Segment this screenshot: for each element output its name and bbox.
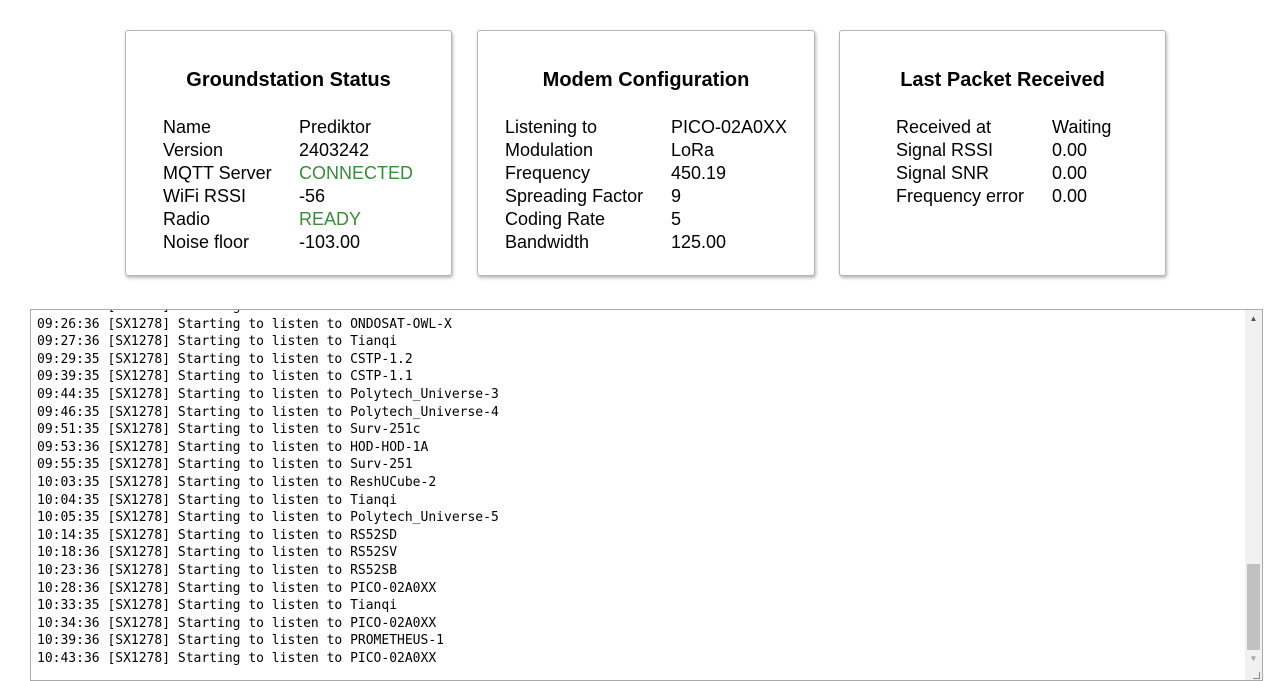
log-line: 10:33:35 [SX1278] Starting to listen to … bbox=[37, 598, 398, 614]
status-value-version: 2403242 bbox=[299, 140, 370, 160]
modem-value-bandwidth: 125.00 bbox=[671, 232, 727, 252]
log-line: 09:53:36 [SX1278] Starting to listen to … bbox=[37, 439, 429, 455]
status-row-name: Name Prediktor bbox=[163, 116, 413, 139]
status-row-noise-floor: Noise floor -103.00 bbox=[163, 231, 413, 254]
modem-row-spreading-factor: Spreading Factor 9 bbox=[505, 185, 787, 208]
log-line: 10:18:36 [SX1278] Starting to listen to … bbox=[37, 545, 398, 561]
status-value-wifi-rssi: -56 bbox=[299, 186, 326, 206]
log-line: 09:39:35 [SX1278] Starting to listen to … bbox=[37, 369, 413, 385]
log-line: 10:43:36 [SX1278] Starting to listen to … bbox=[37, 650, 437, 666]
log-scrollbar[interactable]: ▲ ▼ bbox=[1245, 310, 1262, 680]
status-row-radio: Radio READY bbox=[163, 208, 413, 231]
modem-label-coding-rate: Coding Rate bbox=[505, 209, 606, 229]
status-row-mqtt: MQTT Server CONNECTED bbox=[163, 162, 413, 185]
log-line: 10:05:35 [SX1278] Starting to listen to … bbox=[37, 510, 499, 526]
packet-row-signal-snr: Signal SNR 0.00 bbox=[896, 162, 1111, 185]
log-line: 10:23:36 [SX1278] Starting to listen to … bbox=[37, 562, 398, 578]
log-line: 10:14:35 [SX1278] Starting to listen to … bbox=[37, 527, 398, 543]
status-value-noise-floor: -103.00 bbox=[299, 232, 361, 252]
modem-configuration-table: Listening to PICO-02A0XX Modulation LoRa… bbox=[505, 116, 787, 254]
modem-value-spreading-factor: 9 bbox=[671, 186, 682, 206]
resize-grip-icon[interactable] bbox=[1253, 672, 1260, 679]
log-line: 09:27:36 [SX1278] Starting to listen to … bbox=[37, 334, 398, 350]
modem-configuration-card: Modem Configuration Listening to PICO-02… bbox=[477, 30, 815, 276]
status-label-radio: Radio bbox=[163, 209, 211, 229]
last-packet-table: Received at Waiting Signal RSSI 0.00 Sig… bbox=[896, 116, 1111, 208]
status-value-mqtt: CONNECTED bbox=[299, 163, 414, 183]
log-line: 09:44:35 [SX1278] Starting to listen to … bbox=[37, 386, 499, 402]
status-label-version: Version bbox=[163, 140, 224, 160]
log-lines: 09:25:36 [SX1278] Starting to listen to … bbox=[37, 310, 499, 667]
status-label-wifi-rssi: WiFi RSSI bbox=[163, 186, 246, 206]
log-line: 09:29:35 [SX1278] Starting to listen to … bbox=[37, 351, 413, 367]
log-line: 09:55:35 [SX1278] Starting to listen to … bbox=[37, 457, 413, 473]
modem-value-frequency: 450.19 bbox=[671, 163, 727, 183]
packet-value-received-at: Waiting bbox=[1052, 117, 1112, 137]
scroll-up-arrow-icon[interactable]: ▲ bbox=[1245, 310, 1262, 327]
scrollbar-thumb[interactable] bbox=[1247, 564, 1260, 650]
log-line: 10:04:35 [SX1278] Starting to listen to … bbox=[37, 492, 398, 508]
log-console[interactable]: 09:25:36 [SX1278] Starting to listen to … bbox=[30, 309, 1263, 681]
packet-value-frequency-error: 0.00 bbox=[1052, 186, 1088, 206]
packet-label-signal-rssi: Signal RSSI bbox=[896, 140, 994, 160]
scroll-down-arrow-icon[interactable]: ▼ bbox=[1245, 650, 1262, 667]
last-packet-title: Last Packet Received bbox=[900, 69, 1105, 91]
packet-value-signal-rssi: 0.00 bbox=[1052, 140, 1088, 160]
log-line: 09:26:36 [SX1278] Starting to listen to … bbox=[37, 316, 452, 332]
log-line: 10:03:35 [SX1278] Starting to listen to … bbox=[37, 474, 437, 490]
packet-value-signal-snr: 0.00 bbox=[1052, 163, 1088, 183]
modem-row-coding-rate: Coding Rate 5 bbox=[505, 208, 787, 231]
packet-label-signal-snr: Signal SNR bbox=[896, 163, 990, 183]
status-label-noise-floor: Noise floor bbox=[163, 232, 250, 252]
log-line: 10:39:36 [SX1278] Starting to listen to … bbox=[37, 633, 444, 649]
log-line: 10:34:36 [SX1278] Starting to listen to … bbox=[37, 615, 437, 631]
status-label-mqtt: MQTT Server bbox=[163, 163, 272, 183]
modem-configuration-title: Modem Configuration bbox=[542, 69, 750, 91]
packet-row-frequency-error: Frequency error 0.00 bbox=[896, 185, 1111, 208]
modem-value-listening: PICO-02A0XX bbox=[671, 117, 788, 137]
groundstation-status-table: Name Prediktor Version 2403242 MQTT Serv… bbox=[163, 116, 413, 254]
status-value-name: Prediktor bbox=[299, 117, 372, 137]
modem-row-frequency: Frequency 450.19 bbox=[505, 162, 787, 185]
modem-row-bandwidth: Bandwidth 125.00 bbox=[505, 231, 787, 254]
groundstation-status-card: Groundstation Status Name Prediktor Vers… bbox=[125, 30, 452, 276]
modem-label-modulation: Modulation bbox=[505, 140, 594, 160]
packet-row-received-at: Received at Waiting bbox=[896, 116, 1111, 139]
modem-value-modulation: LoRa bbox=[671, 140, 715, 160]
packet-row-signal-rssi: Signal RSSI 0.00 bbox=[896, 139, 1111, 162]
packet-label-frequency-error: Frequency error bbox=[896, 186, 1025, 206]
status-value-radio: READY bbox=[299, 209, 362, 229]
modem-row-listening: Listening to PICO-02A0XX bbox=[505, 116, 787, 139]
modem-label-frequency: Frequency bbox=[505, 163, 591, 183]
modem-label-bandwidth: Bandwidth bbox=[505, 232, 590, 252]
status-row-wifi-rssi: WiFi RSSI -56 bbox=[163, 185, 413, 208]
modem-label-listening: Listening to bbox=[505, 117, 598, 137]
log-line: 09:51:35 [SX1278] Starting to listen to … bbox=[37, 422, 421, 438]
log-line: 09:46:35 [SX1278] Starting to listen to … bbox=[37, 404, 499, 420]
status-label-name: Name bbox=[163, 117, 212, 137]
packet-label-received-at: Received at bbox=[896, 117, 992, 137]
modem-label-spreading-factor: Spreading Factor bbox=[505, 186, 644, 206]
last-packet-card: Last Packet Received Received at Waiting… bbox=[839, 30, 1166, 276]
status-row-version: Version 2403242 bbox=[163, 139, 413, 162]
modem-row-modulation: Modulation LoRa bbox=[505, 139, 787, 162]
log-line: 09:25:36 [SX1278] Starting to listen to … bbox=[37, 310, 499, 316]
modem-value-coding-rate: 5 bbox=[671, 209, 682, 229]
groundstation-status-title: Groundstation Status bbox=[186, 69, 391, 91]
log-line: 10:28:36 [SX1278] Starting to listen to … bbox=[37, 580, 437, 596]
